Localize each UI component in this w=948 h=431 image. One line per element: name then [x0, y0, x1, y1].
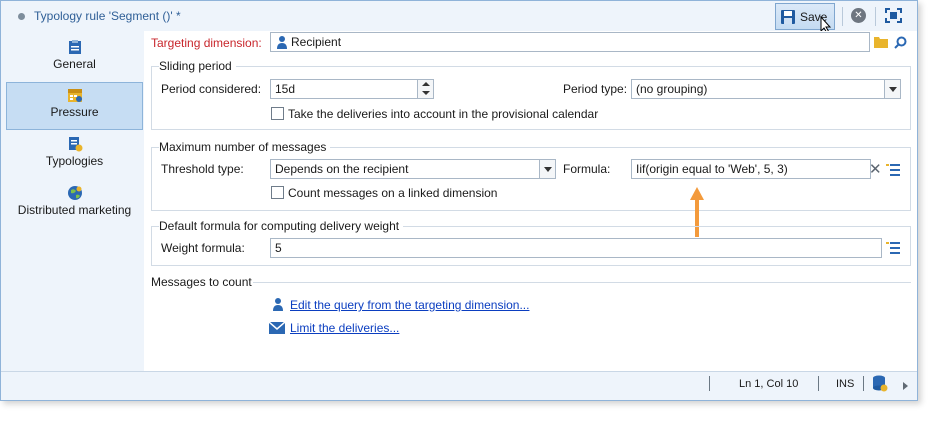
- linked-dimension-checkbox[interactable]: [271, 186, 284, 199]
- period-type-value: (no grouping): [636, 82, 708, 96]
- database-icon[interactable]: [872, 375, 888, 393]
- threshold-type-value: Depends on the recipient: [275, 162, 409, 176]
- weight-formula-input[interactable]: 5: [270, 238, 882, 258]
- edit-query-link[interactable]: Edit the query from the targeting dimens…: [290, 298, 529, 312]
- max-messages-legend: Maximum number of messages: [159, 140, 331, 154]
- provisional-calendar-label: Take the deliveries into account in the …: [288, 107, 599, 121]
- formula-input[interactable]: Iif(origin equal to 'Web', 5, 3): [631, 159, 871, 179]
- status-bar: Ln 1, Col 10 INS: [1, 371, 917, 395]
- cursor-position: Ln 1, Col 10: [739, 378, 799, 390]
- period-type-label: Period type:: [563, 82, 628, 96]
- weight-formula-label: Weight formula:: [161, 241, 245, 255]
- weight-legend: Default formula for computing delivery w…: [159, 219, 404, 233]
- weight-formula-value: 5: [275, 241, 282, 255]
- typology-icon: [68, 137, 82, 152]
- targeting-dimension-label: Targeting dimension:: [151, 36, 262, 50]
- title-bar: Typology rule 'Segment ()' * Save ✕: [1, 1, 917, 34]
- sidebar: General Pressure Typologies Distributed …: [1, 31, 144, 371]
- expression-editor-icon[interactable]: [886, 164, 900, 176]
- spin-down-icon[interactable]: [422, 91, 430, 95]
- chevron-down-icon[interactable]: [884, 80, 900, 98]
- limit-deliveries-link[interactable]: Limit the deliveries...: [290, 321, 399, 335]
- expression-editor-icon[interactable]: [886, 242, 900, 254]
- threshold-type-select[interactable]: Depends on the recipient: [270, 159, 556, 179]
- targeting-dimension-value: Recipient: [291, 35, 342, 49]
- threshold-type-label: Threshold type:: [161, 162, 244, 176]
- toolbar-separator: [842, 7, 843, 26]
- scroll-right-icon[interactable]: [903, 382, 908, 390]
- formula-value: Iif(origin equal to 'Web', 5, 3): [636, 162, 788, 176]
- toolbar-separator: [875, 7, 876, 26]
- recipient-icon: [277, 36, 287, 49]
- status-dot-icon: [18, 13, 25, 20]
- floppy-disk-icon: [781, 9, 795, 24]
- save-button[interactable]: Save: [775, 3, 835, 34]
- period-considered-input[interactable]: 15d: [270, 79, 434, 99]
- sidebar-item-label: Typologies: [45, 154, 104, 168]
- sidebar-item-general[interactable]: General: [6, 35, 143, 83]
- linked-dimension-label: Count messages on a linked dimension: [288, 186, 498, 200]
- calendar-icon: [67, 89, 82, 102]
- status-separator: [709, 376, 710, 391]
- clear-icon[interactable]: ✕: [869, 160, 882, 178]
- chevron-down-icon[interactable]: [539, 160, 555, 178]
- fullscreen-icon[interactable]: [885, 8, 902, 23]
- sidebar-item-distributed-marketing[interactable]: Distributed marketing: [6, 181, 143, 229]
- period-spinner[interactable]: [417, 80, 433, 98]
- clipboard-icon: [68, 40, 81, 54]
- window-title: Typology rule 'Segment ()' *: [34, 9, 181, 23]
- period-considered-value: 15d: [275, 82, 296, 96]
- sidebar-item-pressure[interactable]: Pressure: [6, 82, 143, 130]
- messages-to-count-legend: Messages to count: [151, 275, 252, 289]
- envelope-icon: [269, 322, 285, 334]
- sidebar-item-typologies[interactable]: Typologies: [6, 132, 143, 180]
- formula-label: Formula:: [563, 162, 611, 176]
- folder-icon[interactable]: [874, 36, 888, 48]
- sidebar-item-label: General: [53, 57, 96, 71]
- status-separator: [818, 376, 819, 391]
- user-icon: [273, 298, 283, 311]
- targeting-dimension-field[interactable]: Recipient: [270, 32, 870, 52]
- section-divider: [253, 282, 911, 283]
- period-considered-label: Period considered:: [161, 82, 262, 96]
- close-circle-icon[interactable]: ✕: [851, 8, 866, 23]
- search-icon[interactable]: [894, 36, 907, 49]
- spin-up-icon[interactable]: [422, 82, 430, 86]
- max-messages-group: [151, 147, 911, 211]
- sliding-period-legend: Sliding period: [159, 59, 236, 73]
- main-panel: Targeting dimension: Recipient Sliding p…: [144, 31, 917, 371]
- period-type-select[interactable]: (no grouping): [631, 79, 901, 99]
- sidebar-item-label: Pressure: [50, 105, 99, 119]
- sidebar-item-label: Distributed marketing: [17, 203, 132, 217]
- editor-window: Typology rule 'Segment ()' * Save ✕ Gene…: [0, 0, 918, 401]
- globe-icon: [67, 186, 82, 200]
- status-separator: [863, 376, 864, 391]
- insert-mode: INS: [836, 378, 855, 390]
- provisional-calendar-checkbox[interactable]: [271, 107, 284, 120]
